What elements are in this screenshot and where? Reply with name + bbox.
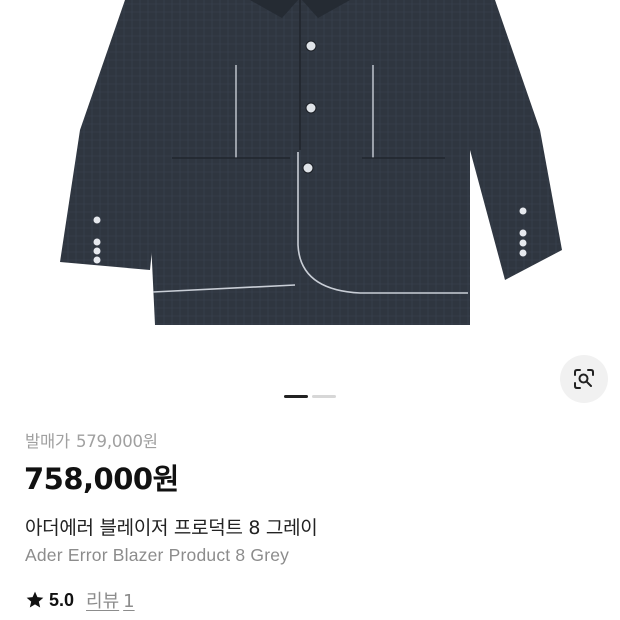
product-name-english: Ader Error Blazer Product 8 Grey — [25, 545, 290, 565]
release-price-label: 발매가 — [25, 432, 70, 451]
release-price: 발매가 579,000원 — [25, 428, 158, 452]
release-price-value: 579,000원 — [75, 432, 158, 451]
star-icon — [26, 591, 44, 608]
blazer-illustration — [60, 0, 562, 325]
carousel-indicator — [284, 395, 336, 398]
review-link[interactable]: 리뷰 1 — [86, 587, 135, 613]
carousel-dot-active[interactable] — [284, 395, 308, 398]
lens-search-button[interactable] — [560, 355, 608, 403]
product-image[interactable] — [0, 0, 620, 400]
rating-row: 5.0 리뷰 1 — [25, 587, 135, 613]
review-label: 리뷰 — [86, 591, 120, 612]
rating-value: 5.0 — [49, 589, 75, 610]
product-name-korean: 아더에러 블레이저 프로덕트 8 그레이 — [25, 517, 318, 539]
lens-search-icon — [574, 369, 594, 389]
review-count: 1 — [123, 591, 135, 612]
current-price: 758,000원 — [24, 462, 179, 496]
carousel-dot[interactable] — [312, 395, 336, 398]
